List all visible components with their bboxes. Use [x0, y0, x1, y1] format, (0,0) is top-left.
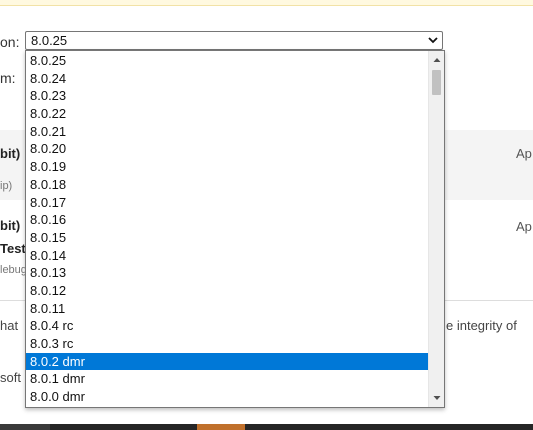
- scroll-thumb[interactable]: [432, 70, 441, 95]
- version-select-value: 8.0.25: [31, 33, 68, 48]
- row2-title-fragment: bit): [0, 218, 21, 233]
- chevron-down-icon: [428, 37, 438, 44]
- dropdown-option[interactable]: 8.0.2 dmr: [26, 352, 428, 371]
- dropdown-option[interactable]: 8.0.15: [26, 229, 428, 247]
- row1-size-fragment: Ap: [516, 146, 532, 161]
- row1-subtitle-fragment: ip): [0, 180, 13, 192]
- dropdown-option[interactable]: 8.0.20: [26, 140, 428, 158]
- row2-test-fragment: Test: [0, 241, 26, 256]
- dropdown-option[interactable]: 8.0.3 rc: [26, 335, 428, 353]
- version-dropdown-list[interactable]: 8.0.25 8.0.24 8.0.23 8.0.22 8.0.21 8.0.20 8.0.…: [25, 50, 445, 408]
- bottom-bar: [0, 424, 533, 430]
- download-page: on: m: 8.0.25 bit) ip) bit) Test lebug A…: [0, 0, 533, 430]
- dropdown-option[interactable]: 8.0.16: [26, 211, 428, 229]
- triangle-up-icon[interactable]: [432, 56, 442, 64]
- dropdown-option[interactable]: 8.0.14: [26, 247, 428, 265]
- footer-text-fragment: soft: [0, 370, 21, 385]
- dropdown-option[interactable]: 8.0.25: [26, 52, 428, 70]
- triangle-down-icon[interactable]: [432, 394, 442, 402]
- dropdown-option[interactable]: 8.0.17: [26, 194, 428, 212]
- dropdown-option[interactable]: 8.0.23: [26, 87, 428, 105]
- note-integrity-fragment: e integrity of: [446, 318, 517, 333]
- dropdown-option[interactable]: 8.0.12: [26, 282, 428, 300]
- dropdown-option[interactable]: 8.0.0 dmr: [26, 388, 428, 406]
- dropdown-options: 8.0.25 8.0.24 8.0.23 8.0.22 8.0.21 8.0.20 8.0.…: [26, 52, 428, 406]
- dropdown-option[interactable]: 8.0.18: [26, 176, 428, 194]
- dropdown-option[interactable]: 8.0.4 rc: [26, 317, 428, 335]
- notice-strip: [0, 0, 533, 6]
- bottom-bar-segment: [0, 424, 50, 430]
- note-text-fragment: hat: [0, 318, 19, 333]
- dropdown-option[interactable]: 8.0.24: [26, 70, 428, 88]
- dropdown-scrollbar[interactable]: [428, 51, 444, 407]
- dropdown-option[interactable]: 8.0.21: [26, 123, 428, 141]
- dropdown-option[interactable]: 8.0.1 dmr: [26, 370, 428, 388]
- dropdown-option[interactable]: 8.0.22: [26, 105, 428, 123]
- bottom-bar-accent-segment: [197, 424, 245, 430]
- row2-size-fragment: Ap: [516, 219, 532, 234]
- platform-label: m:: [0, 70, 16, 86]
- dropdown-option[interactable]: 8.0.11: [26, 300, 428, 318]
- dropdown-option[interactable]: 8.0.19: [26, 158, 428, 176]
- version-label: on:: [0, 34, 20, 50]
- row1-title-fragment: bit): [0, 146, 21, 161]
- row2-subtitle-fragment: lebug: [0, 264, 27, 276]
- dropdown-option[interactable]: 8.0.13: [26, 264, 428, 282]
- version-select[interactable]: 8.0.25: [25, 31, 443, 50]
